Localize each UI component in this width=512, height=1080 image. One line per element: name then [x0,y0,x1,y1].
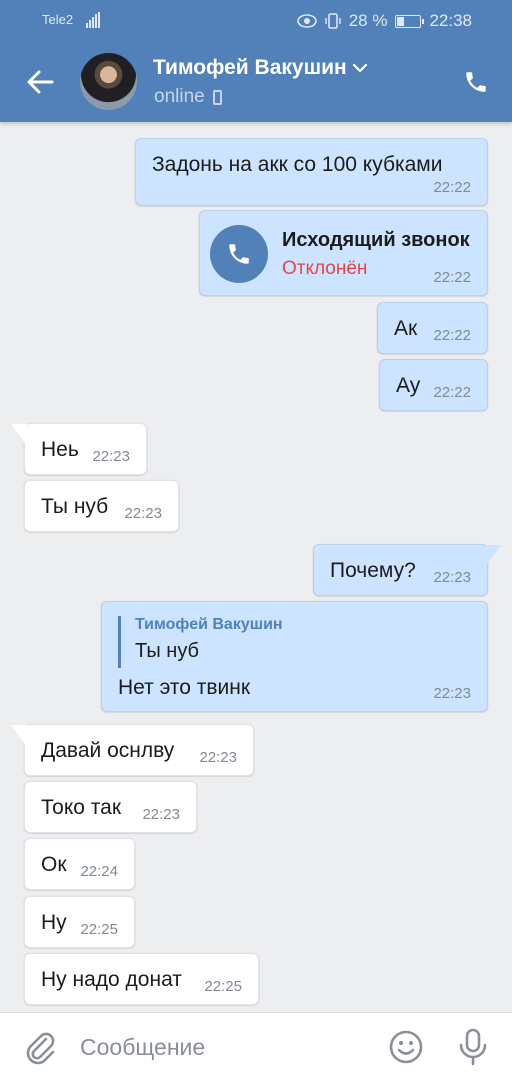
phone-icon [466,72,486,92]
message-text: Токо так [41,796,122,819]
back-button[interactable] [22,64,58,100]
message-time: 22:23 [142,806,180,823]
reply-message[interactable]: Тимофей Вакушин Ты нуб Нет это твинк 22:… [101,601,488,712]
emoji-icon[interactable] [388,1029,424,1065]
composer [0,1012,512,1080]
phone-icon [229,244,249,264]
message-outgoing[interactable]: Задонь на акк со 100 кубками 22:22 [135,138,488,206]
message-text: Ты нуб [41,495,109,518]
contact-name: Тимофей Вакушин [153,56,347,79]
message-incoming[interactable]: Ты нуб 22:23 [24,480,179,532]
battery-level [397,16,404,26]
call-message[interactable]: Исходящий звонок Отклонён 22:22 [199,210,488,296]
message-time: 22:25 [204,978,242,995]
chevron-down-icon [352,63,367,73]
message-incoming[interactable]: Давай оснлву 22:23 [11,724,254,776]
contact-status: online [154,86,222,108]
message-time: 22:23 [92,448,130,465]
message-text: Ну надо донат [41,968,182,991]
bubble-tail [11,725,27,747]
message-incoming[interactable]: Токо так 22:23 [24,781,197,833]
eye-icon [296,14,317,28]
message-text: Почему? [330,559,416,582]
status-bar: Tele2 28 % 22:38 [0,0,512,42]
message-text: Неь [41,438,79,461]
call-button[interactable] [458,64,494,100]
call-status: Отклонён [282,258,368,279]
bubble-tail [485,545,501,567]
bubble-tail [11,424,27,446]
message-time: 22:23 [433,569,471,586]
arrow-left-icon [27,70,54,94]
message-text: Ау [396,374,421,397]
message-text: Ну [41,911,67,934]
message-list[interactable]: Задонь на акк со 100 кубками 22:22 Исход… [0,122,512,1012]
message-outgoing[interactable]: Ау 22:22 [379,359,488,411]
contact-title[interactable]: Тимофей Вакушин [153,56,367,80]
message-time: 22:23 [199,749,237,766]
reply-author: Тимофей Вакушин [135,616,283,633]
avatar[interactable] [80,53,137,110]
message-time: 22:23 [124,505,162,522]
message-time: 22:23 [433,685,471,702]
mobile-icon [212,89,222,105]
message-text: Нет это твинк [118,676,251,699]
paperclip-icon[interactable] [22,1029,58,1065]
chat-header: Tele2 28 % 22:38 Тимофей Вакушин online [0,0,512,122]
clock: 22:38 [429,11,472,30]
message-incoming[interactable]: Ок 22:24 [24,838,135,890]
message-time: 22:25 [80,921,118,938]
message-outgoing[interactable]: Почему? 22:23 [313,544,501,596]
carrier-label: Tele2 [42,12,74,27]
status-icons: 28 % 22:38 [296,11,472,31]
vibrate-icon [325,13,341,29]
reply-text: Ты нуб [135,640,199,662]
message-text: Давай оснлву [41,739,175,762]
message-incoming[interactable]: Ну надо донат 22:25 [24,953,259,1005]
message-text: Задонь на акк со 100 кубками [152,153,443,176]
online-label: online [154,86,205,107]
message-outgoing[interactable]: Ак 22:22 [377,302,488,354]
message-input[interactable] [80,1027,370,1067]
message-incoming[interactable]: Ну 22:25 [24,896,135,948]
message-time: 22:22 [433,327,471,344]
battery-icon [395,14,425,28]
message-time: 22:24 [80,863,118,880]
message-time: 22:22 [433,269,471,286]
reply-quote[interactable]: Тимофей Вакушин Ты нуб [118,616,283,668]
call-icon-circle [210,225,268,283]
message-time: 22:22 [433,384,471,401]
microphone-icon[interactable] [456,1027,490,1067]
battery-percent: 28 % [348,11,388,30]
toolbar: Тимофей Вакушин online [0,42,512,122]
message-text: Ок [41,853,67,876]
message-time: 22:22 [433,179,471,196]
message-text: Ак [394,317,418,340]
signal-icon [86,12,100,28]
message-incoming[interactable]: Неь 22:23 [11,423,147,475]
call-title: Исходящий звонок [282,229,470,251]
